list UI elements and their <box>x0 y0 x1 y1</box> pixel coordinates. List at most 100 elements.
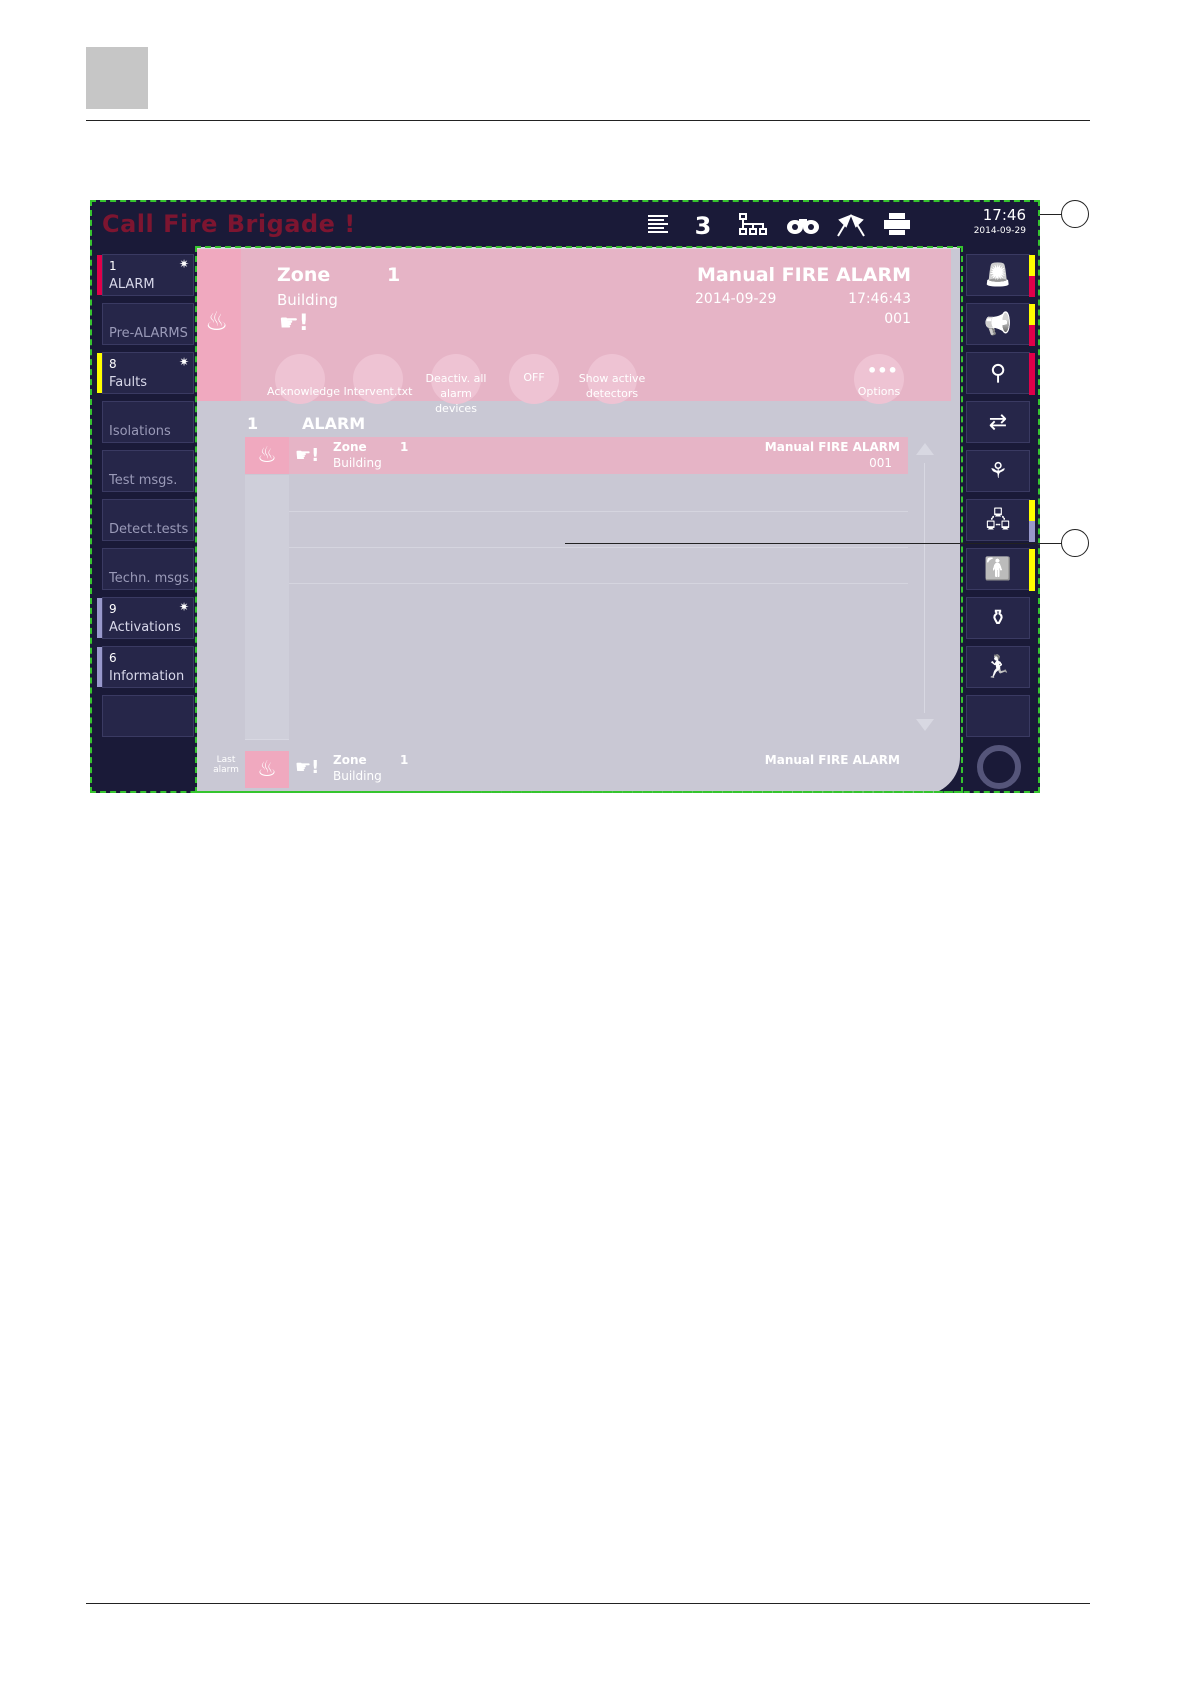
callout-1 <box>1061 200 1089 228</box>
sensor-icon: ⇄ <box>988 410 1008 435</box>
sidebar-item-alarm[interactable]: 1 ✷ ALARM <box>97 254 194 296</box>
sidebar-item-label: Faults <box>109 375 147 390</box>
sidebar-item-detect-tests[interactable]: Detect.tests <box>102 499 194 541</box>
network-topology-icon[interactable] <box>735 212 771 240</box>
home-knob-icon[interactable] <box>977 745 1021 789</box>
loop-icon: ⚘ <box>988 459 1008 484</box>
last-alarm-type: Manual FIRE ALARM <box>764 753 900 767</box>
sidebar-item-pre-alarms[interactable]: Pre-ALARMS <box>102 303 194 345</box>
sidebar-item-count: 9 <box>109 602 117 616</box>
binoculars-icon[interactable] <box>784 212 822 240</box>
sidebar-button-loop[interactable]: ⚘ <box>966 450 1030 492</box>
alarm-element: 001 <box>884 311 911 327</box>
sidebar-item-faults[interactable]: 8 ✷ Faults <box>97 352 194 394</box>
list-row-marker <box>245 547 289 584</box>
alarm-overlay-panel: ♨ Zone 1 Building ☛! Manual FIRE ALARM 2… <box>197 247 960 793</box>
status-strip <box>1029 521 1035 542</box>
header-rule <box>86 120 1090 121</box>
sidebar-button-extinguisher[interactable]: ⚱ <box>966 597 1030 639</box>
deactivate-alarm-devices-label: Deactiv. all alarm devices <box>425 372 487 415</box>
callout-2 <box>1061 529 1089 557</box>
sidebar-item-techn-msgs[interactable]: Techn. msgs. <box>102 548 194 590</box>
alarm-type: Manual FIRE ALARM <box>696 264 911 286</box>
last-building: Building <box>333 769 382 783</box>
sidebar-item-activations[interactable]: 9 ✷ Activations <box>97 597 194 639</box>
list-row-marker <box>245 475 289 512</box>
clock-date: 2014-09-29 <box>973 226 1026 236</box>
status-strip <box>1029 276 1035 297</box>
sidebar-button-sensor[interactable]: ⇄ <box>966 401 1030 443</box>
sidebar-item-label: Isolations <box>109 424 171 439</box>
alarm-time: 17:46:43 <box>848 291 911 307</box>
alarm-list-title: ALARM <box>302 414 366 433</box>
last-zone-number: 1 <box>400 753 409 767</box>
sidebar-button-evacuation[interactable]: 🏃 <box>966 646 1030 688</box>
row-element: 001 <box>869 456 892 470</box>
sidebar-button-horn[interactable]: 📢 <box>966 303 1035 346</box>
message-count: 3 <box>694 212 712 240</box>
sidebar-item-count: 1 <box>109 259 117 273</box>
intervention-text-label: Intervent.txt <box>343 385 413 398</box>
alarm-date: 2014-09-29 <box>695 291 777 307</box>
sidebar-item-label: Information <box>109 669 185 684</box>
fire-flame-icon: ♨ <box>197 249 241 401</box>
sidebar-button-siren[interactable]: 🚨 <box>966 254 1035 297</box>
zone-detail-header: ♨ Zone 1 Building ☛! Manual FIRE ALARM 2… <box>197 249 951 415</box>
list-row-marker <box>245 511 289 548</box>
callout-leader-1 <box>1040 214 1062 215</box>
status-strip <box>1029 255 1035 276</box>
off-label: OFF <box>523 371 545 384</box>
sidebar-item-isolations[interactable]: Isolations <box>102 401 194 443</box>
sidebar-item-label: Pre-ALARMS <box>109 326 188 341</box>
status-strip <box>1029 325 1035 346</box>
row-zone-number: 1 <box>400 440 409 454</box>
status-strip <box>1029 304 1035 325</box>
list-item[interactable] <box>289 583 908 739</box>
scroll-up-icon[interactable] <box>916 443 934 455</box>
sidebar-item-empty[interactable] <box>102 695 194 737</box>
list-scrollbar[interactable] <box>912 437 938 737</box>
person-info-icon: 🚹 <box>984 557 1012 582</box>
scroll-track <box>924 463 925 713</box>
call-fire-brigade-title: Call Fire Brigade ! <box>102 210 356 238</box>
sidebar-button-blank[interactable] <box>966 695 1030 737</box>
row-alarm-type: Manual FIRE ALARM <box>764 440 900 454</box>
new-message-star-icon: ✷ <box>178 355 189 369</box>
evacuation-icon: 🏃 <box>984 655 1012 680</box>
extinguisher-icon: ⚱ <box>988 606 1008 631</box>
list-item[interactable] <box>289 475 908 512</box>
status-strip <box>97 353 102 393</box>
status-strip <box>1029 500 1035 521</box>
printer-icon[interactable] <box>880 212 914 240</box>
manual-call-point-icon: ☛! <box>295 445 320 466</box>
sidebar-item-label: Techn. msgs. <box>109 571 194 586</box>
list-item[interactable] <box>289 547 908 584</box>
horn-icon: 📢 <box>984 312 1012 337</box>
status-strip <box>97 647 102 687</box>
status-strip <box>1029 549 1035 591</box>
network-icon: 🖧 <box>985 508 1011 533</box>
sidebar-button-detector[interactable]: ⚲ <box>966 352 1035 395</box>
sidebar-button-network[interactable]: 🖧 <box>966 499 1035 542</box>
fire-flame-icon: ♨ <box>245 751 289 788</box>
fire-flame-icon: ♨ <box>245 437 289 474</box>
sidebar-item-label: ALARM <box>109 277 155 292</box>
acknowledge-label: Acknowledge <box>267 385 341 398</box>
manual-call-point-icon: ☛! <box>279 311 309 336</box>
manual-call-point-icon: ☛! <box>295 757 320 778</box>
flags-icon[interactable] <box>833 212 869 240</box>
sidebar-item-count: 8 <box>109 357 117 371</box>
last-alarm-row[interactable]: Last alarm ♨ ☛! Zone 1 Building Manual F… <box>197 745 951 793</box>
sidebar-item-label: Test msgs. <box>109 473 178 488</box>
sidebar-button-person-info[interactable]: 🚹 <box>966 548 1035 591</box>
callout-leader-2 <box>565 543 1062 544</box>
status-strip <box>97 255 102 295</box>
sidebar-item-information[interactable]: 6 Information <box>97 646 194 688</box>
sidebar-item-label: Detect.tests <box>109 522 189 537</box>
panel-screen: Call Fire Brigade ! 3 17:46 2014-09-29 1… <box>90 200 1040 793</box>
alarm-list-row[interactable]: ♨ ☛! Zone 1 Building Manual FIRE ALARM 0… <box>245 437 908 474</box>
list-icon[interactable] <box>643 212 673 240</box>
sidebar-item-test-msgs[interactable]: Test msgs. <box>102 450 194 492</box>
scroll-down-icon[interactable] <box>916 719 934 731</box>
clock-time: 17:46 <box>982 206 1026 224</box>
